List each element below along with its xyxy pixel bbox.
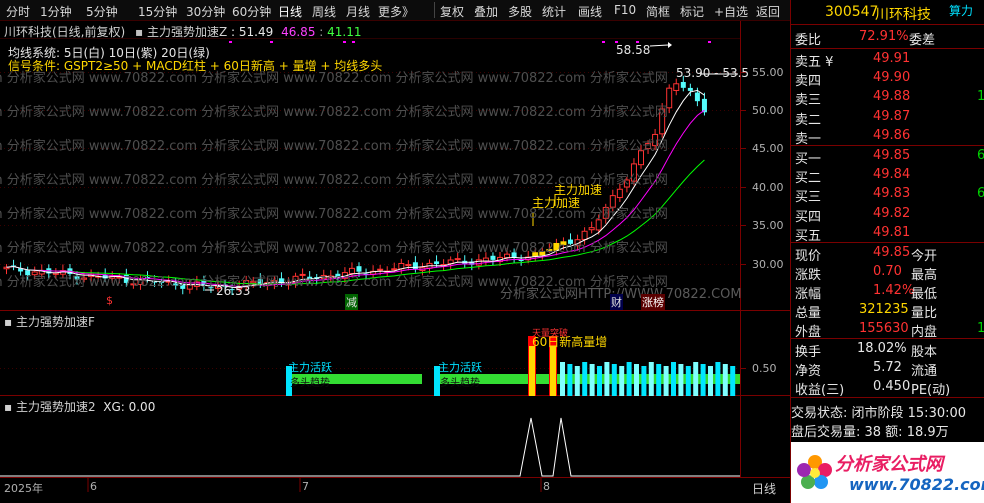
signal-condition: 信号条件: GSPT2≥50 + MACD红柱 + 60日新高 + 量增 + 均…: [8, 59, 383, 73]
multi-stock-button[interactable]: 多股: [508, 3, 532, 20]
tab-daily[interactable]: 日线: [278, 3, 302, 20]
sub1-axis-label: 0.50: [752, 362, 777, 375]
stat-row: 现价 49.85 今开: [795, 245, 938, 264]
statistics-button[interactable]: 统计: [542, 3, 566, 20]
high-price-label: 58.58: [616, 43, 651, 57]
ask-row: 卖五 ¥49.91: [795, 51, 911, 70]
sub1-title: ▪ 主力强势加速F: [4, 315, 95, 329]
bid-row: 买三 49.83 6: [795, 186, 984, 206]
simple-frame-button[interactable]: 简框: [646, 3, 670, 20]
event-reduce[interactable]: 减: [345, 294, 358, 310]
date-month-8: 8: [543, 480, 550, 493]
ind-value-2: 46.85: [281, 25, 316, 39]
tab-intraday[interactable]: 分时: [6, 3, 30, 20]
ask-row: 卖四 49.90: [795, 70, 911, 90]
stat-row: 涨跌 0.70 最高: [795, 264, 938, 283]
bid-row: 买五 49.81: [795, 224, 911, 244]
stat-row: 总量 321235 量比: [795, 302, 938, 321]
chart-title-row: 川环科技(日线,前复权) ▪ 主力强势加速Z : 51.49 46.85 : 4…: [4, 25, 362, 39]
ask-row: 卖二 49.87: [795, 108, 911, 128]
tab-monthly[interactable]: 月线: [346, 3, 370, 20]
tab-weekly[interactable]: 周线: [312, 3, 336, 20]
period-indicator[interactable]: 日线: [752, 480, 776, 497]
quote-header: 300547 川环科技 算力: [791, 4, 984, 23]
ask-row: 卖三 49.88 1: [795, 89, 984, 109]
overlay-button[interactable]: 叠加: [474, 3, 498, 20]
stat2-row: 收益(三) 0.450 PE(动): [795, 379, 951, 398]
xg-value: XG: 0.00: [103, 400, 156, 414]
logo-text: 分析家公式网: [835, 454, 943, 475]
bid-row: 买四 49.82: [795, 205, 911, 225]
date-month-7: 7: [302, 480, 309, 493]
stock-name: 川环科技: [875, 7, 931, 23]
tab-more[interactable]: 更多》: [378, 3, 414, 20]
event-dividend[interactable]: $: [106, 294, 113, 307]
bid-row: 买二 49.84: [795, 167, 911, 187]
draw-line-button[interactable]: 画线: [578, 3, 602, 20]
quote-panel: 300547 川环科技 算力 委比 72.91% 委差 卖五 ¥49.91 卖四 4…: [790, 0, 984, 503]
tab-30min[interactable]: 30分钟: [186, 3, 225, 20]
stock-code: 300547: [825, 4, 879, 20]
tab-5min[interactable]: 5分钟: [86, 3, 118, 20]
site-logo: 分析家公式网 www.70822.com: [791, 442, 984, 503]
stat2-row: 净资 5.72 流通: [795, 360, 938, 379]
f10-button[interactable]: F10: [614, 3, 636, 17]
bid-row: 买一 49.85 6: [795, 148, 984, 167]
low-price-label: 26.53: [216, 284, 251, 298]
sub1-label-active-2: 主力活跃: [438, 361, 482, 374]
back-button[interactable]: 返回: [756, 3, 780, 20]
restore-right-button[interactable]: 复权: [440, 3, 464, 20]
sub1-label-breakout: 天量突破: [532, 329, 569, 339]
stat-row: 涨幅 1.42% 最低: [795, 283, 938, 302]
mark-button[interactable]: 标记: [680, 3, 704, 20]
stock-title: 川环科技(日线,前复权): [4, 25, 126, 39]
trade-state: 交易状态: 闭市阶段 15:30:00: [791, 406, 967, 421]
ind-value-1: : 51.49: [231, 25, 274, 39]
annotation-accel-2: 主力加速: [554, 183, 603, 197]
indicator-name: 主力强势加速Z: [146, 25, 228, 39]
after-hours-volume: 盘后交易量: 38 额: 18.9万: [791, 425, 949, 440]
sub1-label-trend-1: 多头趋势: [290, 378, 330, 389]
date-year: 2025年: [4, 482, 43, 495]
sub1-label-active-1: 主力活跃: [288, 361, 332, 374]
last-price-label: 53.90 - 53.5: [676, 66, 750, 80]
tab-1min[interactable]: 1分钟: [40, 3, 72, 20]
event-financial[interactable]: 财: [610, 294, 623, 310]
add-watchlist-button[interactable]: +自选: [714, 3, 748, 20]
sub2-title: ▪ 主力强势加速2 XG: 0.00: [4, 400, 156, 414]
tab-60min[interactable]: 60分钟: [232, 3, 271, 20]
flower-logo-icon: [797, 455, 832, 489]
weibi-row: 委比 72.91% 委差: [795, 29, 936, 48]
event-top-list[interactable]: 涨榜: [641, 294, 665, 310]
tab-15min[interactable]: 15分钟: [138, 3, 177, 20]
ask-row: 卖一 49.86: [795, 127, 911, 147]
stat2-row: 换手 18.02% 股本: [795, 341, 938, 360]
ind-value-3: 41.11: [327, 25, 362, 39]
date-month-6: 6: [90, 480, 97, 493]
sub1-label-trend-2: 多头趋势: [440, 378, 480, 389]
logo-url: www.70822.com: [849, 475, 984, 494]
power-tag: 算力: [949, 4, 974, 18]
